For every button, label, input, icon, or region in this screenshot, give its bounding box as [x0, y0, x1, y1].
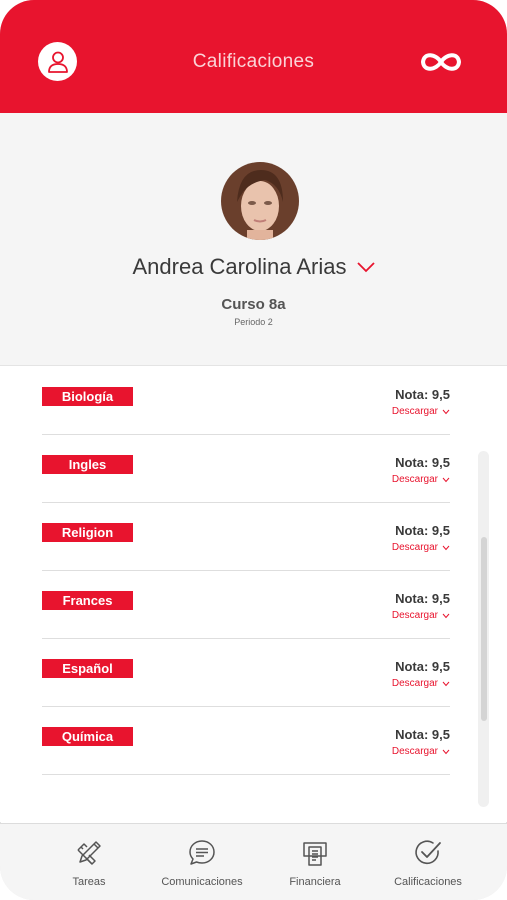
subject-tag: Frances [42, 591, 133, 610]
check-circle-icon [415, 840, 441, 865]
download-label: Descargar [391, 678, 438, 689]
app-screen: Calificaciones Andrea Carolina Arias Cur… [0, 0, 507, 900]
tab-label: Calificaciones [394, 876, 462, 888]
download-label: Descargar [391, 610, 438, 621]
download-button[interactable]: Descargar [392, 474, 450, 485]
infinity-logo-icon[interactable] [418, 48, 464, 76]
grade-row: Ingles Nota: 9,5 Descargar [42, 434, 450, 503]
bottom-nav: Tareas Comunicaciones Financiera Calific… [0, 823, 507, 900]
chat-bubble-icon [189, 840, 215, 865]
chevron-down-icon [442, 477, 450, 482]
download-button[interactable]: Descargar [392, 610, 450, 621]
grade-row: Química Nota: 9,5 Descargar [42, 706, 450, 775]
download-button[interactable]: Descargar [392, 406, 450, 417]
tab-label: Comunicaciones [161, 876, 243, 888]
grade-row: Biología Nota: 9,5 Descargar [42, 366, 450, 435]
grades-list[interactable]: Biología Nota: 9,5 Descargar Ingles Nota… [0, 366, 507, 822]
tab-calificaciones[interactable]: Calificaciones [365, 824, 491, 900]
grade-row: Religion Nota: 9,5 Descargar [42, 502, 450, 571]
tab-comunicaciones[interactable]: Comunicaciones [139, 824, 265, 900]
grade-value: Nota: 9,5 [395, 591, 450, 606]
grade-row: Español Nota: 9,5 Descargar [42, 638, 450, 707]
period-label: Periodo 2 [234, 317, 273, 327]
chevron-down-icon [442, 681, 450, 686]
grade-value: Nota: 9,5 [395, 659, 450, 674]
download-label: Descargar [391, 474, 438, 485]
chevron-down-icon [442, 749, 450, 754]
student-photo [221, 162, 299, 240]
grade-value: Nota: 9,5 [395, 727, 450, 742]
student-profile: Andrea Carolina Arias Curso 8a Periodo 2 [0, 113, 507, 366]
subject-tag: Religion [42, 523, 133, 542]
download-label: Descargar [391, 542, 438, 553]
download-button[interactable]: Descargar [392, 678, 450, 689]
tab-label: Tareas [72, 876, 106, 888]
subject-tag: Biología [42, 387, 133, 406]
chevron-down-icon [442, 545, 450, 550]
chevron-down-icon [442, 409, 450, 414]
chevron-down-icon [356, 262, 375, 273]
chevron-down-icon [442, 613, 450, 618]
grade-value: Nota: 9,5 [395, 523, 450, 538]
header-bar: Calificaciones [0, 0, 507, 113]
grade-value: Nota: 9,5 [395, 455, 450, 470]
tab-financiera[interactable]: Financiera [252, 824, 378, 900]
student-name: Andrea Carolina Arias [132, 254, 347, 279]
pencil-ruler-icon [77, 841, 101, 865]
course-label: Curso 8a [221, 296, 286, 313]
subject-tag: Español [42, 659, 133, 678]
scrollbar-thumb[interactable] [481, 537, 487, 721]
tab-label: Financiera [289, 876, 341, 888]
grade-value: Nota: 9,5 [395, 387, 450, 402]
subject-tag: Ingles [42, 455, 133, 474]
download-label: Descargar [391, 746, 438, 757]
subject-tag: Química [42, 727, 133, 746]
documents-icon [303, 842, 327, 866]
download-label: Descargar [391, 406, 438, 417]
download-button[interactable]: Descargar [392, 542, 450, 553]
download-button[interactable]: Descargar [392, 746, 450, 757]
student-selector[interactable]: Andrea Carolina Arias [0, 254, 507, 280]
tab-tareas[interactable]: Tareas [26, 824, 152, 900]
grade-row: Frances Nota: 9,5 Descargar [42, 570, 450, 639]
